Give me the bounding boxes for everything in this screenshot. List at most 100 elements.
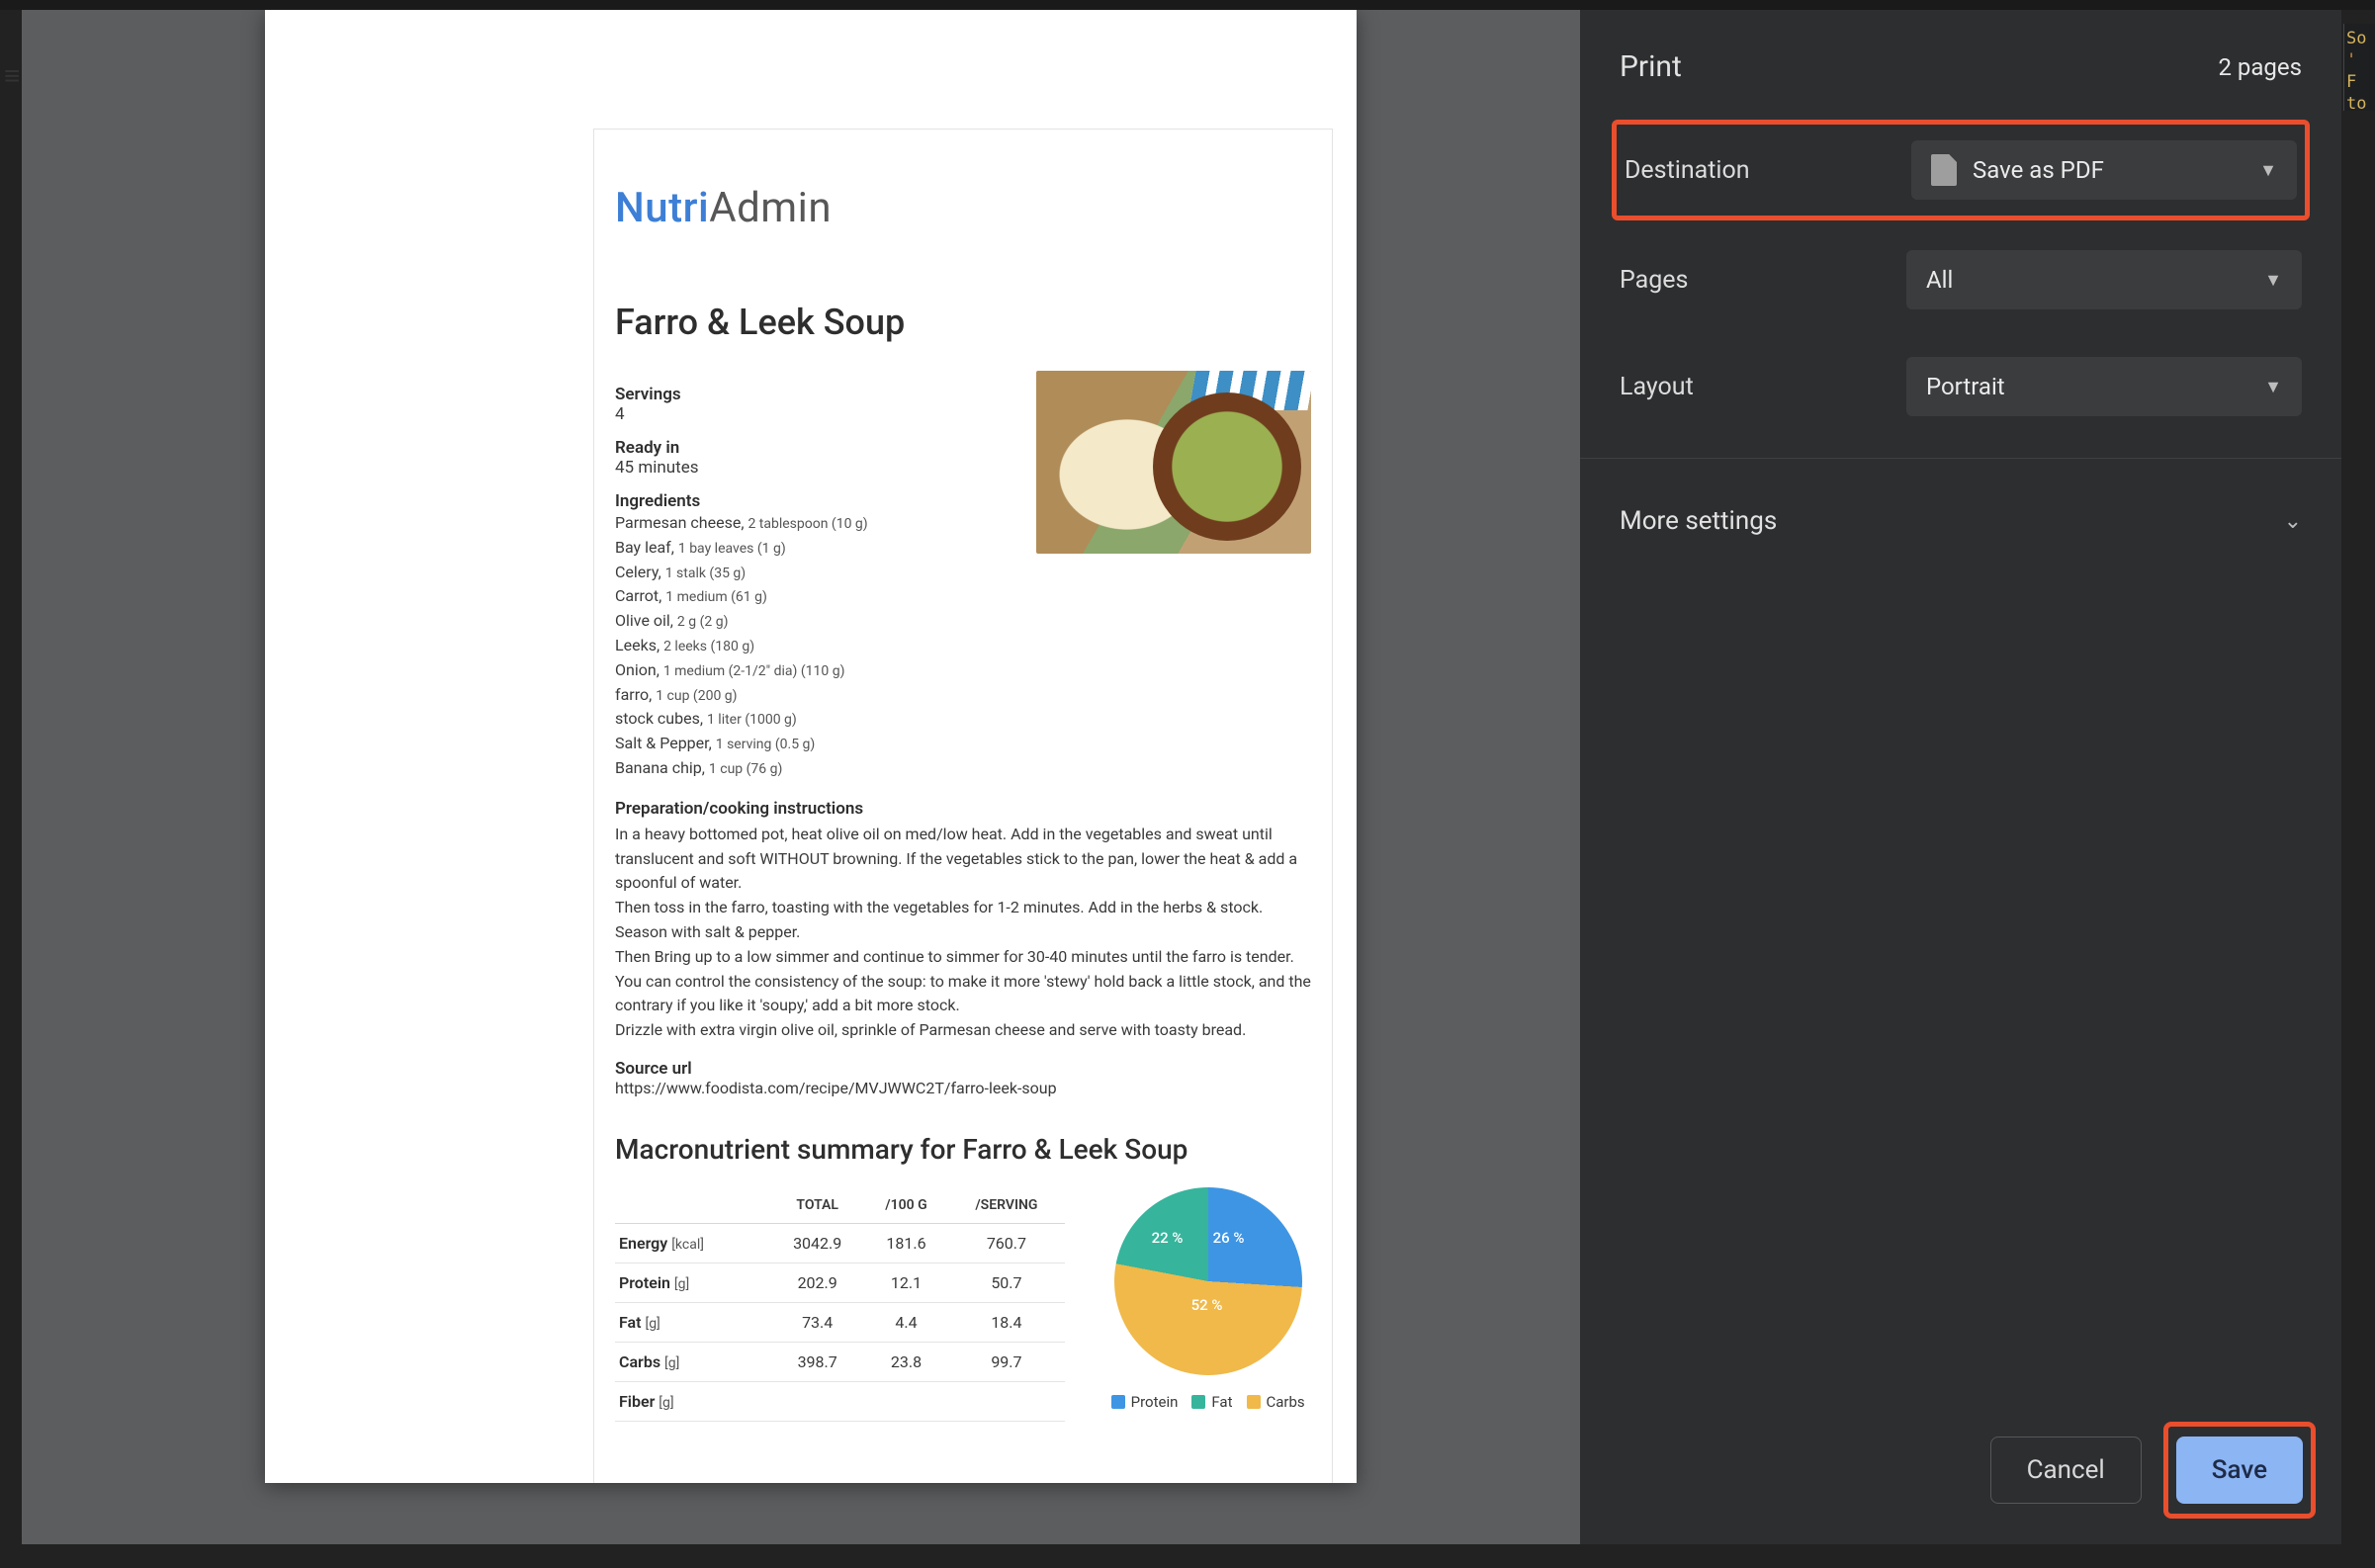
pie-chart: 26 % 52 % 22 %	[1114, 1187, 1302, 1375]
legend-protein: Protein	[1111, 1393, 1179, 1411]
macro-cell: 18.4	[948, 1302, 1066, 1342]
macro-cell	[948, 1381, 1066, 1421]
instruction-line: Then Bring up to a low simmer and contin…	[615, 945, 1311, 970]
ingredient-name: farro,	[615, 685, 656, 704]
macro-cell: 4.4	[864, 1302, 947, 1342]
divider	[1580, 458, 2341, 459]
ingredient-name: stock cubes,	[615, 709, 707, 728]
instruction-line: You can control the consistency of the s…	[615, 970, 1311, 1019]
ingredient-amount: 2 tablespoon (10 g)	[748, 516, 867, 532]
layout-value: Portrait	[1926, 373, 2005, 400]
macro-row: Energy [kcal]3042.9181.6760.7	[615, 1223, 1065, 1263]
ingredient-amount: 1 cup (200 g)	[656, 688, 737, 704]
print-dialog-footer: Cancel Save	[1990, 1422, 2316, 1519]
save-button[interactable]: Save	[2176, 1437, 2303, 1504]
ingredient-row: Bay leaf, 1 bay leaves (1 g)	[615, 536, 1011, 561]
ingredient-name: Banana chip,	[615, 758, 709, 777]
code-line: F	[2346, 71, 2373, 93]
macro-header-cell: TOTAL	[770, 1187, 865, 1224]
source-url: https://www.foodista.com/recipe/MVJWWC2T…	[615, 1079, 1311, 1097]
background-code-sliver: So ' F to	[2343, 24, 2375, 111]
app-logo: NutriAdmin	[615, 184, 1311, 232]
ingredient-amount: 1 stalk (35 g)	[665, 566, 746, 581]
chevron-down-icon: ▼	[2264, 377, 2282, 397]
chevron-down-icon: ▼	[2259, 160, 2277, 181]
recipe-title: Farro & Leek Soup	[615, 302, 1311, 343]
destination-select[interactable]: Save as PDF ▼	[1911, 140, 2297, 200]
ingredient-amount: 1 serving (0.5 g)	[716, 737, 816, 752]
print-page-count: 2 pages	[2218, 53, 2302, 81]
ingredient-name: Carrot,	[615, 586, 665, 605]
ingredients-label: Ingredients	[615, 491, 1011, 511]
layout-select[interactable]: Portrait ▼	[1906, 357, 2302, 416]
print-preview-area: NutriAdmin Farro & Leek Soup Servings 4 …	[22, 10, 1600, 1544]
ingredient-row: stock cubes, 1 liter (1000 g)	[615, 707, 1011, 732]
macro-table-header-row: TOTAL/100 G/SERVING	[615, 1187, 1065, 1224]
ingredient-row: Celery, 1 stalk (35 g)	[615, 561, 1011, 585]
pages-label: Pages	[1620, 266, 1906, 295]
instructions-label: Preparation/cooking instructions	[615, 799, 1311, 819]
code-line: '	[2346, 49, 2373, 71]
macro-cell	[864, 1381, 947, 1421]
hamburger-icon[interactable]: ≡	[0, 55, 24, 96]
ingredient-row: farro, 1 cup (200 g)	[615, 683, 1011, 708]
ingredient-row: Banana chip, 1 cup (76 g)	[615, 756, 1011, 781]
pages-value: All	[1926, 266, 1953, 294]
ingredient-row: Parmesan cheese, 2 tablespoon (10 g)	[615, 511, 1011, 536]
code-line: So	[2346, 28, 2373, 49]
ingredient-amount: 2 leeks (180 g)	[663, 639, 754, 654]
macro-row: Carbs [g]398.723.899.7	[615, 1342, 1065, 1381]
instruction-line: Drizzle with extra virgin olive oil, spr…	[615, 1018, 1311, 1043]
macro-header-cell: /100 G	[864, 1187, 947, 1224]
print-dialog-panel: Print 2 pages Destination Save as PDF ▼ …	[1580, 10, 2341, 1544]
ingredient-name: Parmesan cheese,	[615, 513, 748, 532]
instructions-text: In a heavy bottomed pot, heat olive oil …	[615, 823, 1311, 1043]
ready-value: 45 minutes	[615, 458, 1011, 478]
destination-value: Save as PDF	[1973, 156, 2104, 184]
cancel-button[interactable]: Cancel	[1990, 1437, 2142, 1504]
source-label: Source url	[615, 1059, 1311, 1079]
destination-label: Destination	[1625, 156, 1911, 185]
macro-cell: 73.4	[770, 1302, 865, 1342]
ingredient-amount: 1 medium (61 g)	[665, 589, 767, 605]
macro-row: Fat [g]73.44.418.4	[615, 1302, 1065, 1342]
macro-row-label: Fiber [g]	[615, 1381, 770, 1421]
document-page: NutriAdmin Farro & Leek Soup Servings 4 …	[265, 10, 1357, 1483]
logo-brand-1: Nutri	[615, 184, 709, 232]
pages-select[interactable]: All ▼	[1906, 250, 2302, 309]
macro-cell: 23.8	[864, 1342, 947, 1381]
document-icon	[1931, 154, 1957, 186]
print-dialog-title: Print	[1620, 49, 1682, 84]
macro-row-label: Fat [g]	[615, 1302, 770, 1342]
legend-fat: Fat	[1191, 1393, 1232, 1411]
ingredient-row: Olive oil, 2 g (2 g)	[615, 609, 1011, 634]
layout-label: Layout	[1620, 373, 1906, 401]
ingredient-name: Salt & Pepper,	[615, 734, 716, 752]
macro-row-label: Protein [g]	[615, 1263, 770, 1302]
macro-cell: 202.9	[770, 1263, 865, 1302]
macro-cell: 760.7	[948, 1223, 1066, 1263]
macro-cell: 3042.9	[770, 1223, 865, 1263]
chevron-down-icon: ▼	[2264, 270, 2282, 291]
ingredient-name: Leeks,	[615, 636, 663, 654]
ready-label: Ready in	[615, 438, 1011, 458]
pie-slice-label-protein: 26 %	[1213, 1229, 1245, 1247]
ingredient-amount: 2 g (2 g)	[677, 614, 729, 630]
more-settings-toggle[interactable]: More settings ⌄	[1620, 488, 2302, 554]
code-line: to	[2346, 93, 2373, 111]
pie-slice-label-carbs: 52 %	[1191, 1296, 1223, 1314]
recipe-image	[1036, 371, 1311, 554]
ingredient-name: Onion,	[615, 660, 663, 679]
macro-header-cell	[615, 1187, 770, 1224]
more-settings-label: More settings	[1620, 506, 1777, 536]
pie-legend: Protein Fat Carbs	[1104, 1393, 1311, 1411]
macro-row: Fiber [g]	[615, 1381, 1065, 1421]
ingredient-amount: 1 medium (2-1/2" dia) (110 g)	[663, 663, 845, 679]
ingredient-row: Carrot, 1 medium (61 g)	[615, 584, 1011, 609]
ingredient-amount: 1 bay leaves (1 g)	[678, 541, 786, 557]
legend-carbs: Carbs	[1247, 1393, 1305, 1411]
macro-row: Protein [g]202.912.150.7	[615, 1263, 1065, 1302]
window-top-strip	[0, 0, 2375, 10]
ingredient-name: Olive oil,	[615, 611, 677, 630]
save-highlight: Save	[2163, 1422, 2316, 1519]
